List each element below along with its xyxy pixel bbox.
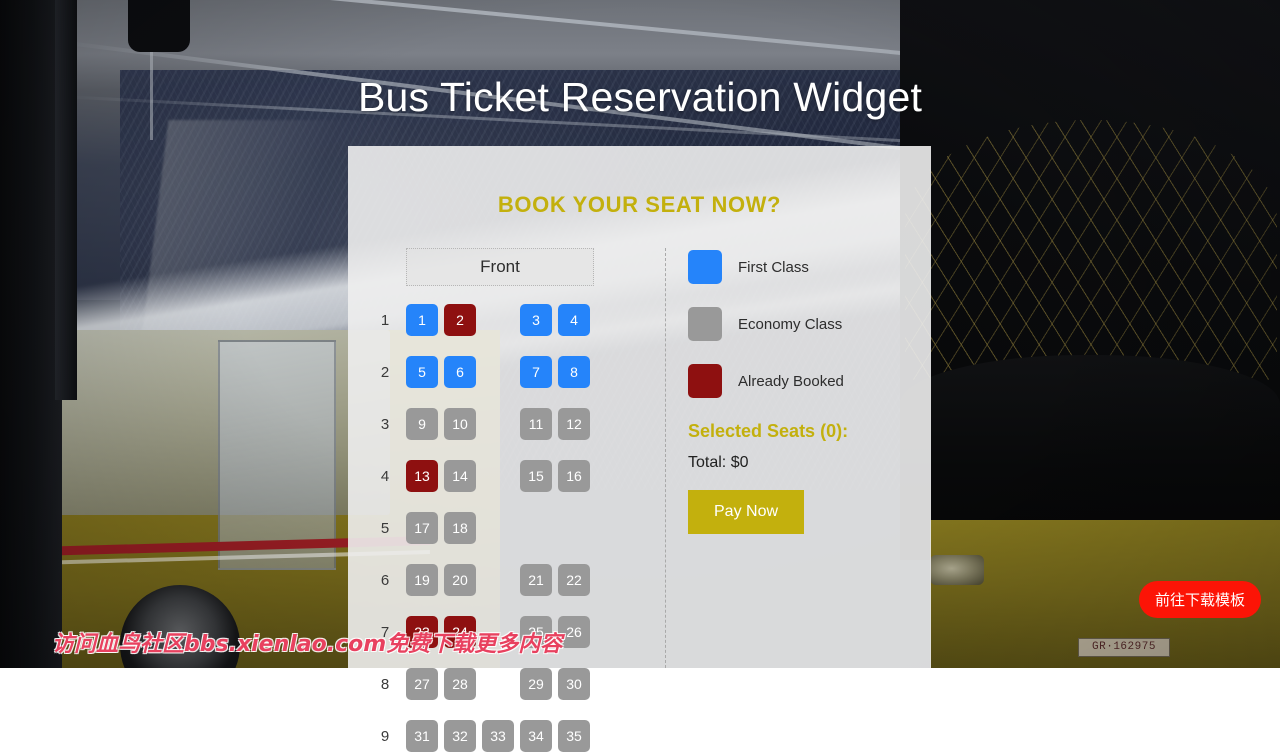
- seat-row: 8 27 28 29 30: [374, 665, 659, 703]
- booking-card: BOOK YOUR SEAT NOW? Front 1 1 2 3 4 2 5 6 7 8 3 9 10…: [348, 146, 931, 752]
- seat-block-left: 56: [406, 356, 482, 388]
- seat-10[interactable]: 10: [444, 408, 476, 440]
- seat-35[interactable]: 35: [558, 720, 590, 752]
- seat-5[interactable]: 5: [406, 356, 438, 388]
- seat-33[interactable]: 33: [482, 720, 514, 752]
- seat-row-number: 8: [380, 675, 390, 693]
- seat-1[interactable]: 1: [406, 304, 438, 336]
- seat-block-aisle: 33: [482, 720, 520, 752]
- seat-row: 25678: [374, 353, 659, 391]
- card-body: Front 1 1 2 3 4 2 5 6 7 8 3 9 10 11 12 4 13 14 15 16 5 17 18 6 1…: [374, 248, 905, 752]
- seat-13: 13: [406, 460, 438, 492]
- seat-row-number: 1: [380, 311, 390, 329]
- seat-block-left: 17 18: [406, 512, 482, 544]
- seat-3[interactable]: 3: [520, 304, 552, 336]
- legend-list: First Class Economy Class Already Booked: [688, 250, 905, 398]
- legend-item: Economy Class: [688, 307, 905, 341]
- seat-16[interactable]: 16: [558, 460, 590, 492]
- seat-block-left: 9 10: [406, 408, 482, 440]
- seat-map-pane: Front 1 1 2 3 4 2 5 6 7 8 3 9 10 11 12 4 13 14 15 16 5 17 18 6 1…: [374, 248, 666, 752]
- legend-label: First Class: [738, 258, 809, 276]
- seat-17[interactable]: 17: [406, 512, 438, 544]
- seat-row: 11234: [374, 301, 659, 339]
- seat-26[interactable]: 26: [558, 616, 590, 648]
- seat-22[interactable]: 22: [558, 564, 590, 596]
- legend-item: First Class: [688, 250, 905, 284]
- seat-18[interactable]: 18: [444, 512, 476, 544]
- seat-30[interactable]: 30: [558, 668, 590, 700]
- seat-9[interactable]: 9: [406, 408, 438, 440]
- legend-swatch-economy: [688, 307, 722, 341]
- seat-14[interactable]: 14: [444, 460, 476, 492]
- seat-row: 3 9 10 11 12: [374, 405, 659, 443]
- seat-19[interactable]: 19: [406, 564, 438, 596]
- seat-block-left: 12: [406, 304, 482, 336]
- total-amount: Total: $0: [688, 454, 749, 471]
- seat-row: 4 13 14 15 16: [374, 457, 659, 495]
- legend-item: Already Booked: [688, 364, 905, 398]
- seat-31[interactable]: 31: [406, 720, 438, 752]
- site-watermark: 访问血鸟社区bbs.xienlao.com免费下载更多内容: [52, 632, 563, 657]
- card-heading: BOOK YOUR SEAT NOW?: [497, 192, 782, 217]
- seat-28[interactable]: 28: [444, 668, 476, 700]
- seat-34[interactable]: 34: [520, 720, 552, 752]
- legend-label: Already Booked: [738, 372, 844, 390]
- pay-now-button[interactable]: Pay Now: [688, 490, 805, 534]
- page-title: Bus Ticket Reservation Widget: [357, 74, 923, 121]
- seat-row-number: 6: [380, 571, 390, 589]
- seat-row-number: 5: [380, 519, 390, 537]
- seat-block-right: 29 30: [520, 668, 596, 700]
- seat-rows: 1 1 2 3 4 2 5 6 7 8 3 9 10 11 12 4 13 14 15 16 5 17 18 6 19 20 21 2…: [374, 301, 659, 755]
- seat-row-number: 4: [380, 467, 390, 485]
- seat-block-right: 34 35: [520, 720, 596, 752]
- seat-block-right: 34: [520, 304, 596, 336]
- seat-8[interactable]: 8: [558, 356, 590, 388]
- seat-block-left: 19 20: [406, 564, 482, 596]
- front-label: Front: [406, 248, 594, 286]
- seat-row-number: 3: [380, 415, 390, 433]
- seat-block-left: 27 28: [406, 668, 482, 700]
- seat-6[interactable]: 6: [444, 356, 476, 388]
- legend-swatch-booked: [688, 364, 722, 398]
- seat-12[interactable]: 12: [558, 408, 590, 440]
- selected-seats-title: Selected Seats (0):: [688, 421, 849, 441]
- seat-row: 6 19 20 21 22: [374, 561, 659, 599]
- seat-21[interactable]: 21: [520, 564, 552, 596]
- legend-swatch-first: [688, 250, 722, 284]
- seat-row-number: 2: [380, 363, 390, 381]
- seat-20[interactable]: 20: [444, 564, 476, 596]
- seat-block-right: 11 12: [520, 408, 596, 440]
- seat-block-left: 13 14: [406, 460, 482, 492]
- seat-block-right: 15 16: [520, 460, 596, 492]
- seat-block-left: 31 32: [406, 720, 482, 752]
- seat-27[interactable]: 27: [406, 668, 438, 700]
- seat-11[interactable]: 11: [520, 408, 552, 440]
- seat-7[interactable]: 7: [520, 356, 552, 388]
- seat-15[interactable]: 15: [520, 460, 552, 492]
- download-template-button[interactable]: 前往下载模板: [1139, 581, 1261, 618]
- legend-label: Economy Class: [738, 315, 843, 333]
- seat-row-number: 9: [380, 727, 390, 745]
- seat-4[interactable]: 4: [558, 304, 590, 336]
- seat-2: 2: [444, 304, 476, 336]
- seat-row: 5 17 18: [374, 509, 659, 547]
- info-pane: First Class Economy Class Already Booked S…: [666, 248, 905, 668]
- seat-29[interactable]: 29: [520, 668, 552, 700]
- seat-block-right: 78: [520, 356, 596, 388]
- seat-block-right: 21 22: [520, 564, 596, 596]
- seat-32[interactable]: 32: [444, 720, 476, 752]
- seat-row: 9 31 32 33 34 35: [374, 717, 659, 755]
